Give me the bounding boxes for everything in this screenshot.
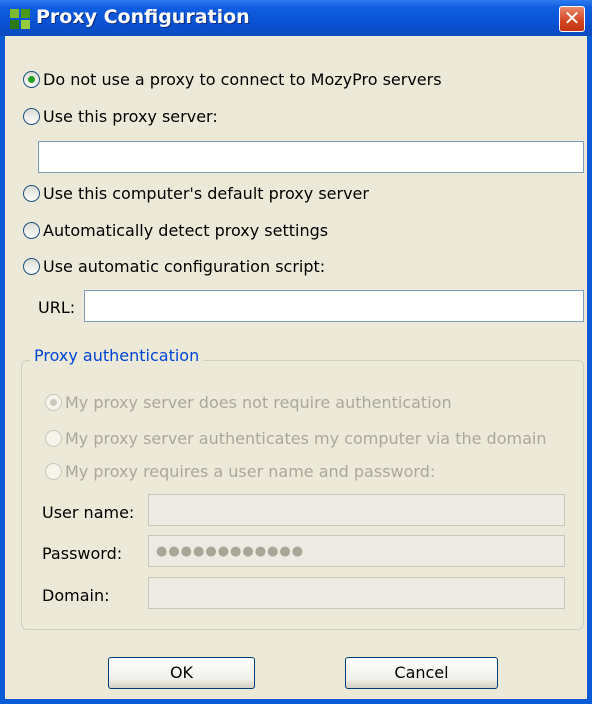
auth-option-credentials[interactable]: My proxy requires a user name and passwo…: [45, 459, 435, 483]
password-input[interactable]: ●●●●●●●●●●●●: [148, 535, 565, 567]
url-input[interactable]: [84, 290, 584, 322]
option-default-proxy-label: Use this computer's default proxy server: [43, 183, 369, 203]
proxy-authentication-title: Proxy authentication: [30, 346, 204, 365]
option-default-proxy[interactable]: Use this computer's default proxy server: [23, 181, 369, 205]
option-auto-config-script[interactable]: Use automatic configuration script:: [23, 254, 325, 278]
auth-option-credentials-label: My proxy requires a user name and passwo…: [65, 461, 436, 481]
option-no-proxy[interactable]: Do not use a proxy to connect to MozyPro…: [23, 67, 442, 91]
proxy-server-input[interactable]: [38, 141, 584, 173]
option-use-proxy-server-label: Use this proxy server:: [43, 106, 218, 126]
auth-option-domain[interactable]: My proxy server authenticates my compute…: [45, 426, 546, 450]
ok-button[interactable]: OK: [108, 657, 255, 689]
auth-option-none[interactable]: My proxy server does not require authent…: [45, 390, 452, 414]
username-input[interactable]: [148, 494, 565, 526]
option-use-proxy-server[interactable]: Use this proxy server:: [23, 104, 218, 128]
option-auto-detect[interactable]: Automatically detect proxy settings: [23, 218, 328, 242]
app-logo-icon: [10, 9, 30, 29]
close-button[interactable]: ✕: [559, 6, 585, 32]
radio-auth-none[interactable]: [45, 393, 62, 411]
window-title: Proxy Configuration: [36, 6, 250, 28]
auth-option-none-label: My proxy server does not require authent…: [65, 392, 452, 412]
username-label: User name:: [42, 503, 135, 522]
radio-use-proxy-server[interactable]: [23, 107, 40, 125]
title-bar[interactable]: Proxy Configuration ✕: [0, 0, 592, 36]
close-icon: ✕: [563, 6, 581, 30]
auth-option-domain-label: My proxy server authenticates my compute…: [65, 428, 547, 448]
radio-auth-credentials[interactable]: [45, 462, 62, 480]
radio-no-proxy[interactable]: [23, 70, 40, 88]
url-label: URL:: [38, 298, 76, 317]
option-auto-config-script-label: Use automatic configuration script:: [43, 256, 326, 276]
radio-default-proxy[interactable]: [23, 184, 40, 202]
password-masked-value: ●●●●●●●●●●●●: [156, 544, 305, 559]
domain-label: Domain:: [42, 586, 110, 605]
option-no-proxy-label: Do not use a proxy to connect to MozyPro…: [43, 69, 442, 89]
radio-auto-config-script[interactable]: [23, 257, 40, 275]
domain-input[interactable]: [148, 577, 565, 609]
radio-auth-domain[interactable]: [45, 429, 62, 447]
cancel-button[interactable]: Cancel: [345, 657, 498, 689]
option-auto-detect-label: Automatically detect proxy settings: [43, 220, 329, 240]
password-label: Password:: [42, 544, 123, 563]
radio-auto-detect[interactable]: [23, 221, 40, 239]
